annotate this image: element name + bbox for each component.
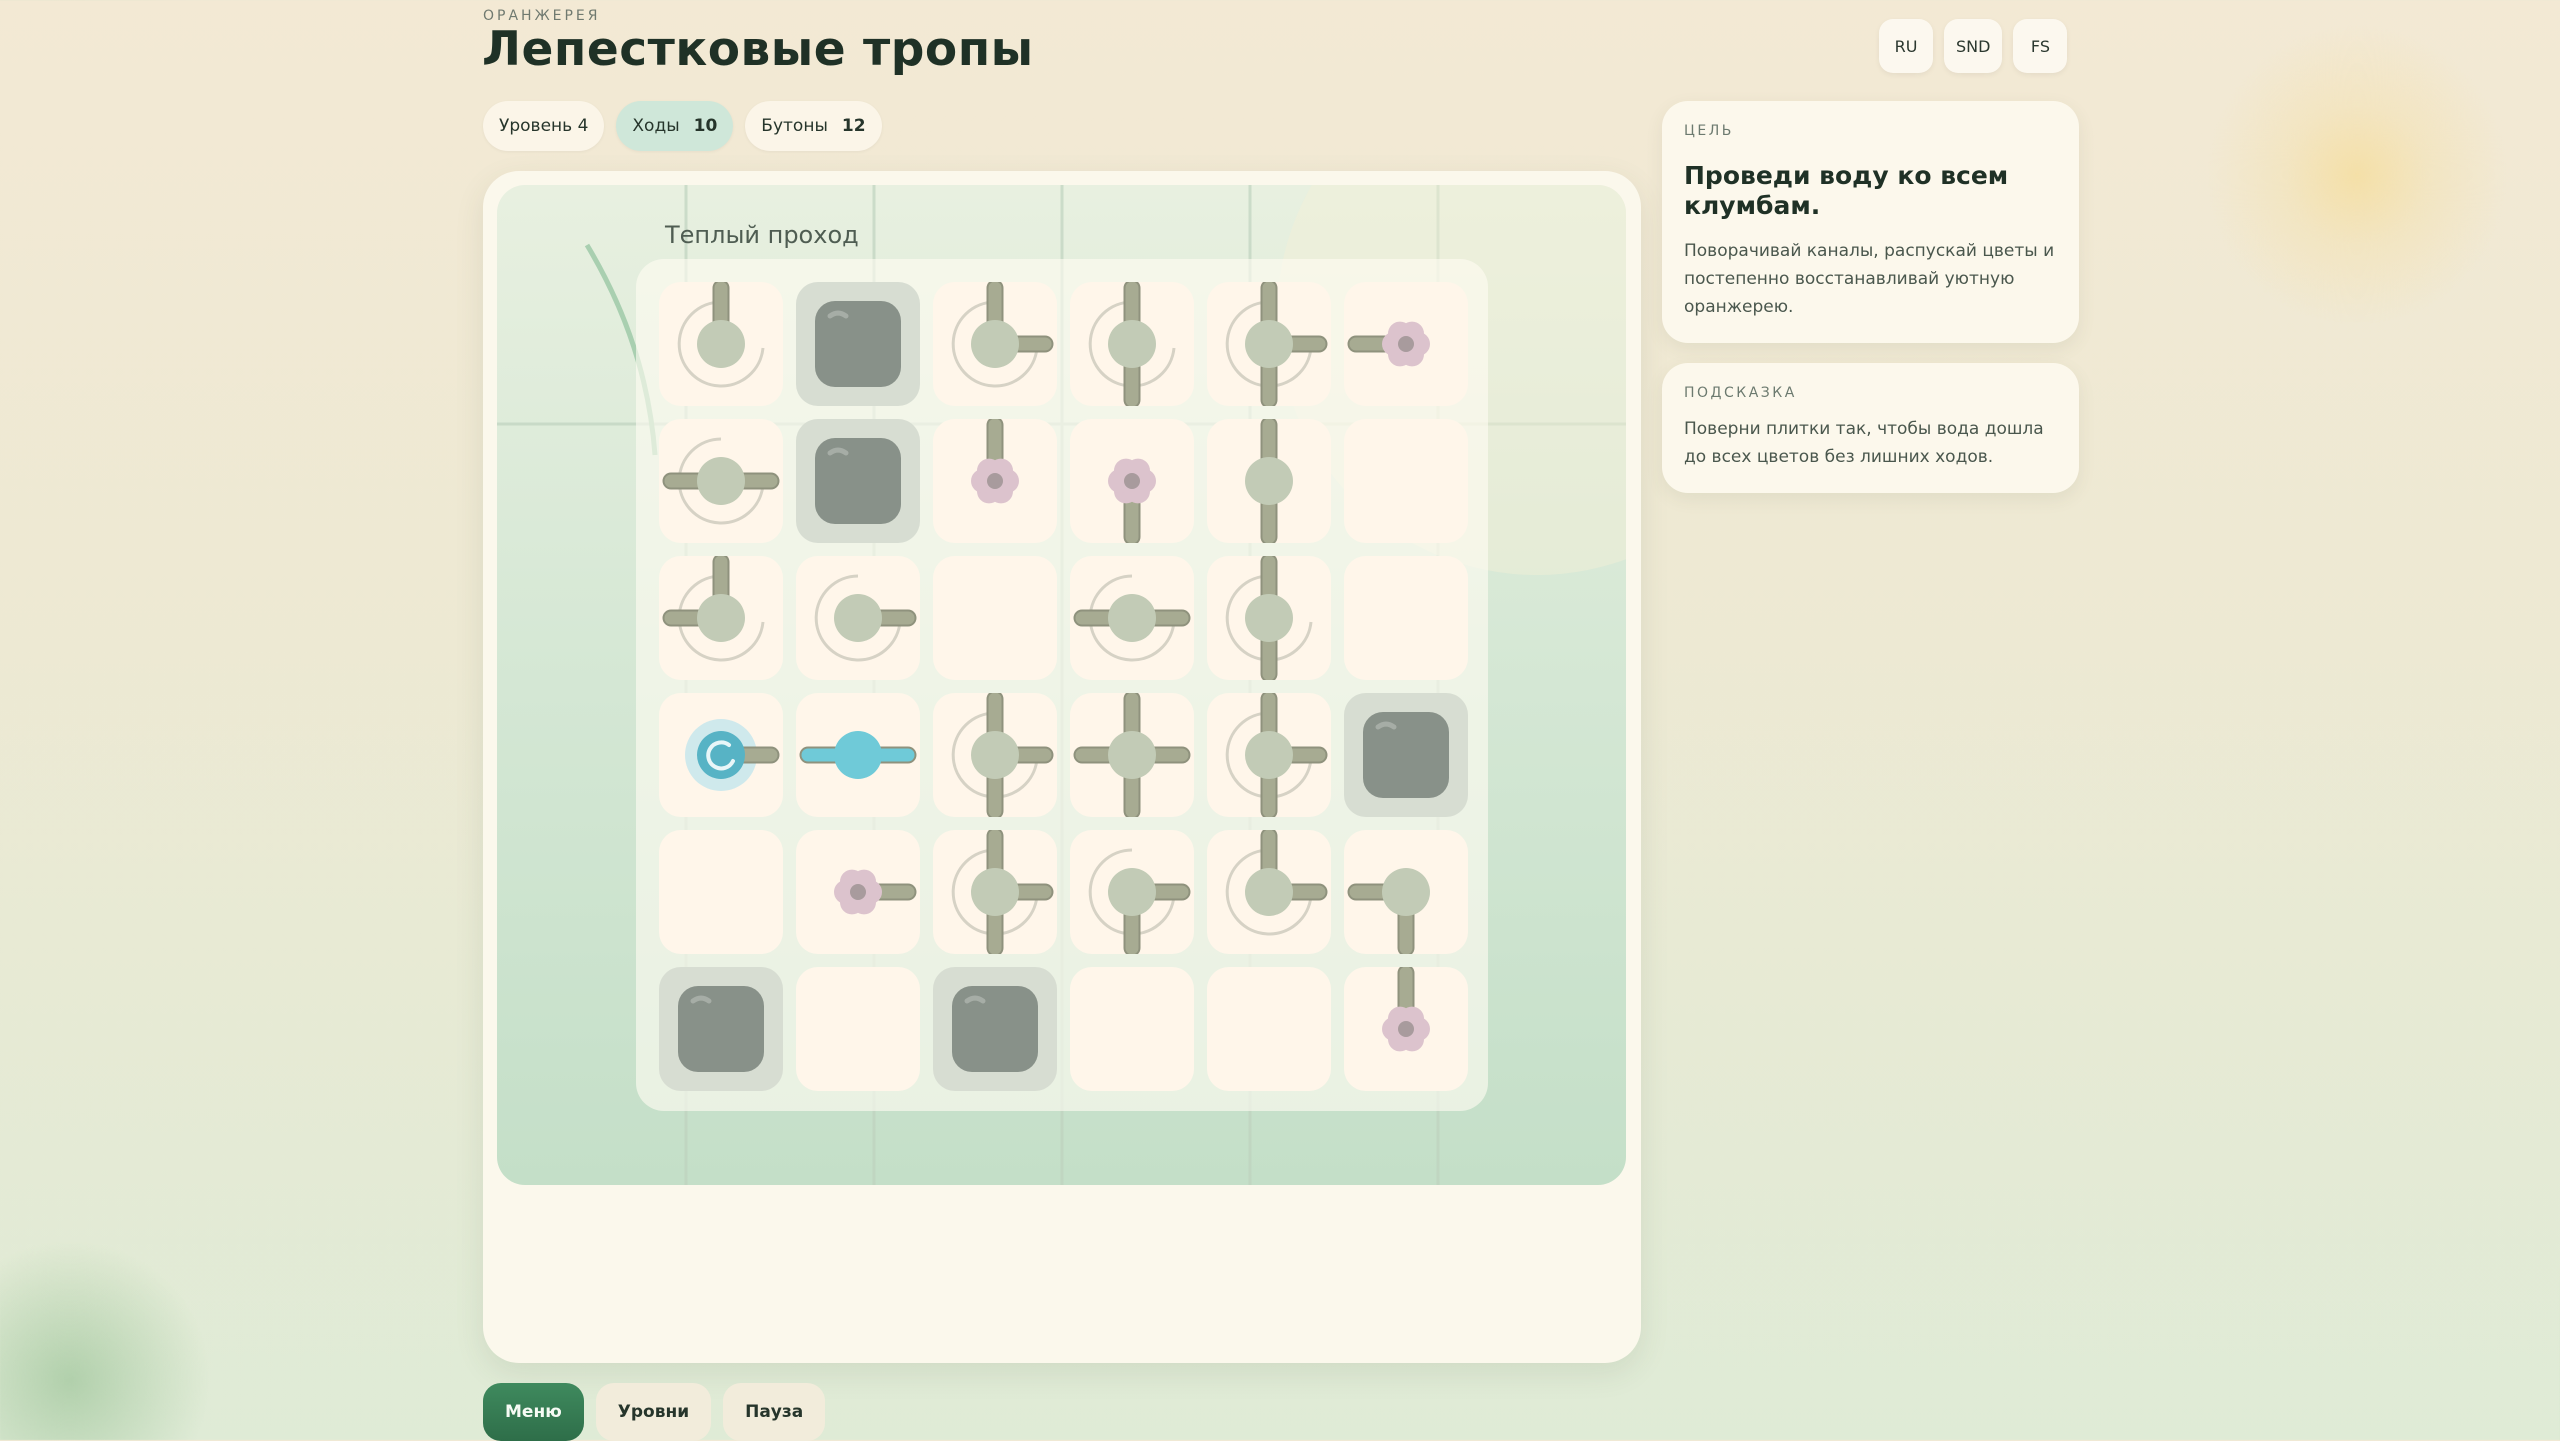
level-chip: Уровень 4 [483,101,605,151]
room-label: Теплый проход [665,221,859,249]
pause-button[interactable]: Пауза [723,1383,826,1441]
tile-pipe[interactable] [796,556,920,680]
board-card: Теплый проход [483,171,1641,1363]
hint-text: Поверни плитки так, чтобы вода дошла до … [1684,419,2044,467]
tile-pipe[interactable] [933,282,1057,406]
hint-card: ПОДСКАЗКА Поверни плитки так, чтобы вода… [1662,363,2079,493]
top-controls: RU SND FS [1879,19,2068,73]
menu-button[interactable]: Меню [483,1383,584,1441]
page-title: Лепестковые тропы [482,22,1034,77]
tile-flower[interactable] [1070,419,1194,543]
tile-pipe[interactable] [1207,830,1331,954]
tile-source[interactable] [659,693,783,817]
tile-pipe[interactable] [659,419,783,543]
level-label: Уровень 4 [499,116,589,136]
tile-pipe[interactable] [1070,282,1194,406]
tile-empty [659,830,783,954]
goal-card: ЦЕЛЬ Проведи воду ко всем клумбам. Повор… [1662,101,2079,343]
levels-button[interactable]: Уровни [595,1383,712,1441]
channel-hub [1245,320,1293,368]
channel-hub [1245,594,1293,642]
tile-pipe[interactable] [1207,693,1331,817]
channel-hub [1108,868,1156,916]
hint-caption: ПОДСКАЗКА [1684,385,1797,401]
channel-hub [971,320,1019,368]
tile-empty [1207,967,1331,1091]
channel-hub [834,731,882,779]
goal-title: Проведи воду ко всем клумбам. [1684,161,2009,220]
tile-flower[interactable] [933,419,1057,543]
stats-bar: Уровень 4 Ходы 10 Бутоны 12 [483,101,882,151]
channel-hub [697,594,745,642]
rock-block [1363,712,1449,798]
tile-rock [933,967,1057,1091]
channel-hub [1108,594,1156,642]
rock-block [815,301,901,387]
game-board: Теплый проход [497,185,1626,1185]
sound-button[interactable]: SND [1944,19,2003,73]
tile-empty [1344,556,1468,680]
tile-pipe[interactable] [1070,693,1194,817]
tile-empty [796,967,920,1091]
tile-flower[interactable] [1344,967,1468,1091]
tile-pipe[interactable] [796,693,920,817]
rock-block [952,986,1038,1072]
tile-rock [1344,693,1468,817]
fullscreen-button[interactable]: FS [2013,19,2068,73]
tile-flower[interactable] [796,830,920,954]
tile-pipe[interactable] [1207,419,1331,543]
tile-pipe[interactable] [659,282,783,406]
tile-empty [933,556,1057,680]
tile-pipe[interactable] [933,693,1057,817]
water-source [697,731,745,779]
tile-pipe[interactable] [1344,830,1468,954]
rock-block [815,438,901,524]
tile-pipe[interactable] [1207,556,1331,680]
channel-hub [1245,731,1293,779]
tile-rock [659,967,783,1091]
tile-pipe[interactable] [1070,556,1194,680]
channel-hub [834,594,882,642]
tile-pipe[interactable] [1070,830,1194,954]
channel-hub [971,868,1019,916]
tile-rock [796,419,920,543]
goal-caption: ЦЕЛЬ [1684,123,1734,139]
buds-label: Бутоны [761,116,828,136]
tile-empty [1070,967,1194,1091]
channel-hub [971,731,1019,779]
rock-block [678,986,764,1072]
channel-hub [1108,731,1156,779]
language-button[interactable]: RU [1879,19,1933,73]
moves-value: 10 [693,116,718,136]
channel-hub [1108,320,1156,368]
channel-hub [1245,868,1293,916]
bottom-controls: Меню Уровни Пауза [483,1383,826,1441]
channel-hub [1382,868,1430,916]
buds-chip: Бутоны 12 [745,101,882,151]
moves-label: Ходы [632,116,680,136]
tile-grid [636,259,1488,1111]
channel-hub [697,320,745,368]
channel-hub [697,457,745,505]
goal-text: Поворачивай каналы, распускай цветы и по… [1684,241,2055,317]
tile-pipe[interactable] [933,830,1057,954]
tile-pipe[interactable] [659,556,783,680]
tile-rock [796,282,920,406]
tile-pipe[interactable] [1207,282,1331,406]
tile-flower[interactable] [1344,282,1468,406]
moves-chip: Ходы 10 [616,101,734,151]
tile-empty [1344,419,1468,543]
channel-hub [1245,457,1293,505]
buds-value: 12 [841,116,866,136]
